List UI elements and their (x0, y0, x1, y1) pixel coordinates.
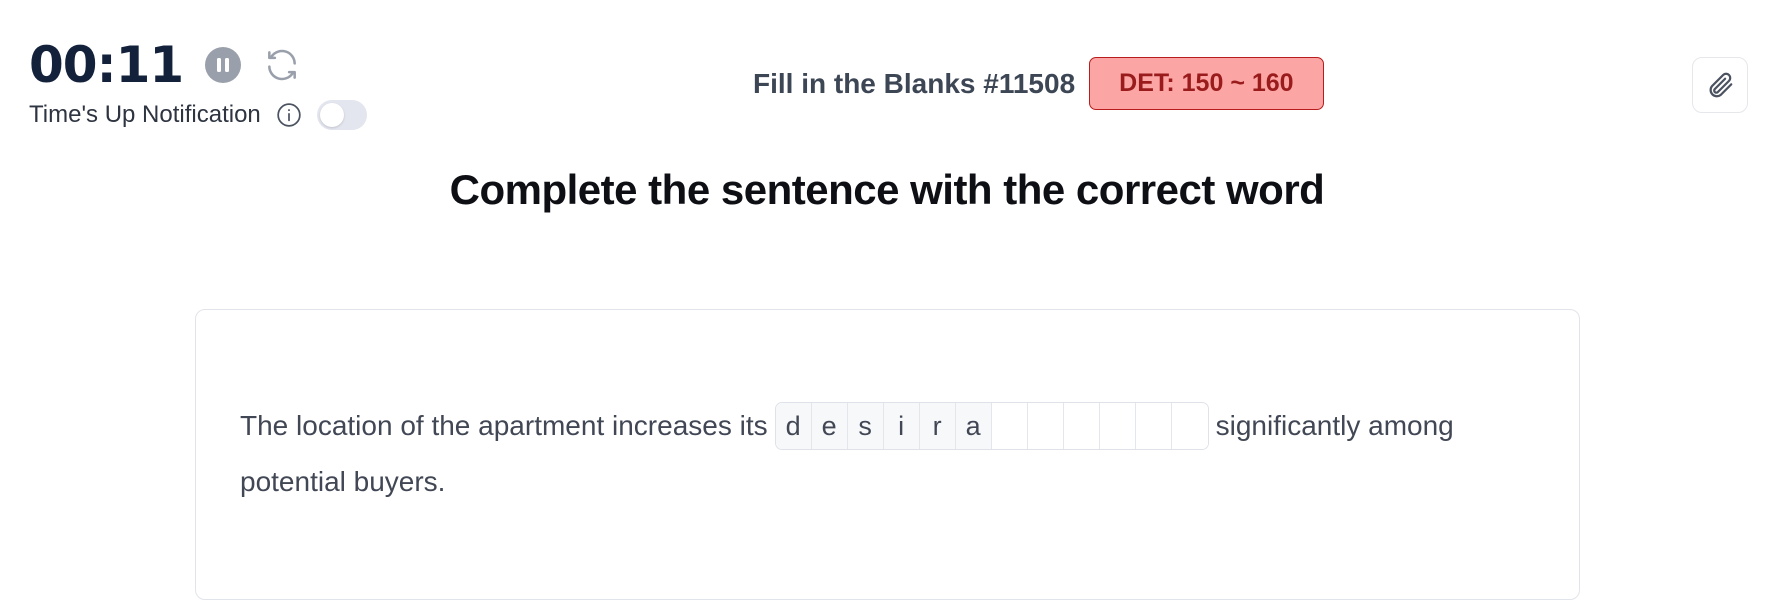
letter-cell-filled[interactable]: e (811, 403, 848, 449)
refresh-button[interactable] (261, 44, 303, 86)
notification-label: Time's Up Notification (29, 101, 261, 128)
det-score-badge: DET: 150 ~ 160 (1089, 57, 1324, 110)
sentence-before: The location of the apartment increases … (240, 410, 768, 441)
notification-toggle[interactable] (316, 100, 367, 130)
letter-cell-empty[interactable] (1135, 403, 1172, 449)
question-title: Fill in the Blanks #11508 (753, 67, 1076, 99)
timer-row: 00:11 (29, 36, 303, 94)
page: 00:11 Time's Up Notification Fill in the… (0, 0, 1774, 614)
letter-cell-empty[interactable] (1027, 403, 1064, 449)
sentence-after: significantly among (1215, 410, 1454, 441)
letter-cell-filled[interactable]: i (883, 403, 920, 449)
pause-icon (216, 57, 230, 73)
question-header: Fill in the Blanks #11508 DET: 150 ~ 160 (753, 57, 1324, 110)
pause-button[interactable] (205, 47, 242, 83)
word-blank[interactable]: desira (774, 402, 1209, 450)
sentence-line-1: The location of the apartment increases … (240, 402, 1454, 450)
letter-cell-filled[interactable]: r (919, 403, 956, 449)
notification-row: Time's Up Notification (29, 100, 367, 130)
letter-cell-filled[interactable]: a (955, 403, 992, 449)
question-card: The location of the apartment increases … (195, 309, 1580, 600)
letter-cell-empty[interactable] (991, 403, 1028, 449)
letter-cell-empty[interactable] (1171, 403, 1208, 449)
timer-display: 00:11 (29, 36, 184, 94)
letter-cell-filled[interactable]: d (775, 403, 812, 449)
refresh-icon (263, 46, 301, 84)
letter-cell-empty[interactable] (1063, 403, 1100, 449)
letter-cell-empty[interactable] (1099, 403, 1136, 449)
instruction-heading: Complete the sentence with the correct w… (449, 166, 1325, 213)
sentence-line-2: potential buyers. (240, 466, 446, 497)
letter-cell-filled[interactable]: s (847, 403, 884, 449)
attach-button[interactable] (1692, 57, 1748, 113)
info-icon[interactable] (275, 101, 303, 129)
paperclip-icon (1705, 70, 1735, 100)
toggle-knob (319, 103, 344, 127)
